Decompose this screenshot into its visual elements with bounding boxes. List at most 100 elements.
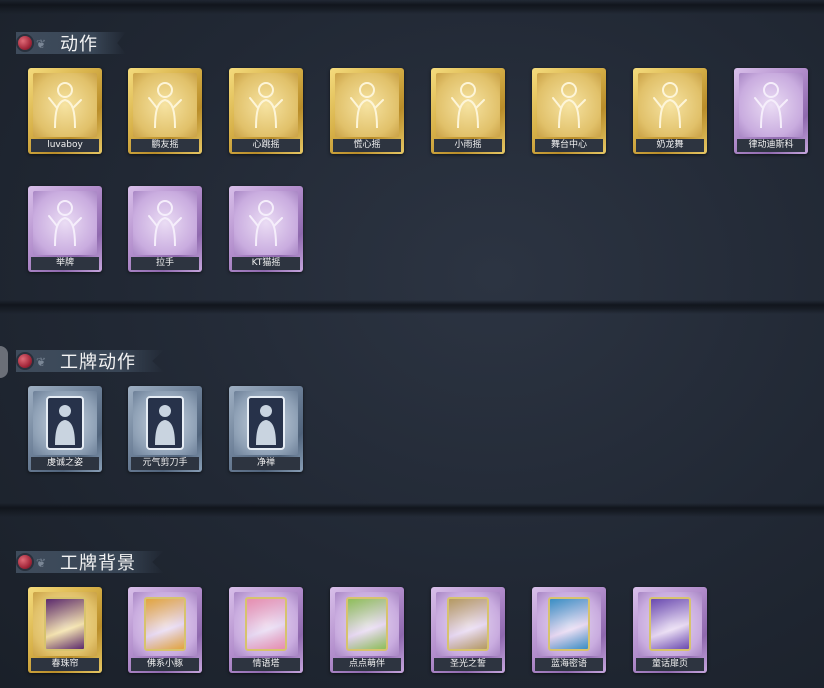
item-frame: KT猫摇 xyxy=(229,186,303,272)
card-background-icon xyxy=(33,592,97,656)
item-card[interactable]: 律动迪斯科 xyxy=(734,68,810,156)
item-card[interactable]: 蓝海密语 xyxy=(532,587,608,675)
item-label: 慌心摇 xyxy=(333,139,401,152)
item-card[interactable]: 圣光之誓 xyxy=(431,587,507,675)
item-frame: 鹏友摇 xyxy=(128,68,202,154)
pose-figure-icon xyxy=(133,73,197,137)
badge-pose-icon xyxy=(133,391,197,455)
section-divider xyxy=(0,503,824,517)
swirl-ornament-icon: ❦ xyxy=(36,355,47,369)
badge-pose-icon xyxy=(33,391,97,455)
item-card[interactable]: 童话扉页 xyxy=(633,587,709,675)
section-header-badge-backgrounds: ❦ 工牌背景 xyxy=(16,549,164,575)
item-label: 佛系小豚 xyxy=(131,658,199,671)
item-card[interactable]: 拉手 xyxy=(128,186,204,274)
section-header-actions: ❦ 动作 xyxy=(16,30,126,56)
badge-pose-icon xyxy=(234,391,298,455)
item-label: 点点萌伴 xyxy=(333,658,401,671)
card-art-icon xyxy=(346,597,388,651)
pin-icon xyxy=(18,354,32,368)
card-background-icon xyxy=(638,592,702,656)
item-label: 春珠帘 xyxy=(31,658,99,671)
item-label: 奶龙舞 xyxy=(636,139,704,152)
item-label: 净禅 xyxy=(232,457,300,470)
pin-icon xyxy=(18,36,32,50)
pose-figure-icon xyxy=(33,73,97,137)
pin-icon xyxy=(18,555,32,569)
item-label: KT猫摇 xyxy=(232,257,300,270)
item-frame: 春珠帘 xyxy=(28,587,102,673)
item-frame: 律动迪斯科 xyxy=(734,68,808,154)
item-frame: 小雨摇 xyxy=(431,68,505,154)
item-card[interactable]: 鹏友摇 xyxy=(128,68,204,156)
item-card[interactable]: 净禅 xyxy=(229,386,305,474)
card-art-icon xyxy=(144,597,186,651)
item-card[interactable]: 元气剪刀手 xyxy=(128,386,204,474)
item-card[interactable]: 情语塔 xyxy=(229,587,305,675)
card-background-icon xyxy=(234,592,298,656)
pose-figure-icon xyxy=(739,73,803,137)
item-label: luvaboy xyxy=(31,139,99,152)
side-scroll-handle[interactable] xyxy=(0,346,8,378)
item-frame: 奶龙舞 xyxy=(633,68,707,154)
swirl-ornament-icon: ❦ xyxy=(36,556,47,570)
pose-figure-icon xyxy=(234,73,298,137)
card-art-icon xyxy=(649,597,691,651)
item-label: 情语塔 xyxy=(232,658,300,671)
card-background-icon xyxy=(335,592,399,656)
pose-figure-icon xyxy=(234,191,298,255)
item-card[interactable]: 小雨摇 xyxy=(431,68,507,156)
item-card[interactable]: 佛系小豚 xyxy=(128,587,204,675)
item-card[interactable]: 舞台中心 xyxy=(532,68,608,156)
pose-figure-icon xyxy=(335,73,399,137)
pose-figure-icon xyxy=(436,73,500,137)
item-label: 律动迪斯科 xyxy=(737,139,805,152)
item-label: 拉手 xyxy=(131,257,199,270)
item-card[interactable]: luvaboy xyxy=(28,68,104,156)
item-label: 元气剪刀手 xyxy=(131,457,199,470)
item-frame: 舞台中心 xyxy=(532,68,606,154)
section-divider xyxy=(0,0,824,14)
item-label: 鹏友摇 xyxy=(131,139,199,152)
item-label: 童话扉页 xyxy=(636,658,704,671)
item-frame: luvaboy xyxy=(28,68,102,154)
pose-figure-icon xyxy=(537,73,601,137)
item-card[interactable]: 心跳摇 xyxy=(229,68,305,156)
item-frame: 拉手 xyxy=(128,186,202,272)
card-art-icon xyxy=(44,597,86,651)
item-card[interactable]: KT猫摇 xyxy=(229,186,305,274)
card-art-icon xyxy=(245,597,287,651)
swirl-ornament-icon: ❦ xyxy=(36,37,47,51)
item-frame: 情语塔 xyxy=(229,587,303,673)
item-frame: 圣光之誓 xyxy=(431,587,505,673)
card-background-icon xyxy=(537,592,601,656)
item-label: 舞台中心 xyxy=(535,139,603,152)
card-art-icon xyxy=(447,597,489,651)
pose-figure-icon xyxy=(638,73,702,137)
section-title: 工牌动作 xyxy=(60,352,136,373)
item-card[interactable]: 举牌 xyxy=(28,186,104,274)
item-frame: 举牌 xyxy=(28,186,102,272)
item-frame: 净禅 xyxy=(229,386,303,472)
item-label: 小雨摇 xyxy=(434,139,502,152)
card-background-icon xyxy=(436,592,500,656)
item-card[interactable]: 奶龙舞 xyxy=(633,68,709,156)
card-art-icon xyxy=(548,597,590,651)
item-frame: 蓝海密语 xyxy=(532,587,606,673)
section-divider xyxy=(0,300,824,314)
item-frame: 童话扉页 xyxy=(633,587,707,673)
item-label: 举牌 xyxy=(31,257,99,270)
item-frame: 虔诚之姿 xyxy=(28,386,102,472)
sign-icon xyxy=(33,191,97,255)
item-label: 圣光之誓 xyxy=(434,658,502,671)
section-title: 动作 xyxy=(60,34,98,55)
item-card[interactable]: 慌心摇 xyxy=(330,68,406,156)
section-title: 工牌背景 xyxy=(60,553,136,574)
item-card[interactable]: 春珠帘 xyxy=(28,587,104,675)
item-label: 虔诚之姿 xyxy=(31,457,99,470)
item-card[interactable]: 虔诚之姿 xyxy=(28,386,104,474)
item-label: 蓝海密语 xyxy=(535,658,603,671)
item-card[interactable]: 点点萌伴 xyxy=(330,587,406,675)
item-frame: 慌心摇 xyxy=(330,68,404,154)
item-frame: 元气剪刀手 xyxy=(128,386,202,472)
